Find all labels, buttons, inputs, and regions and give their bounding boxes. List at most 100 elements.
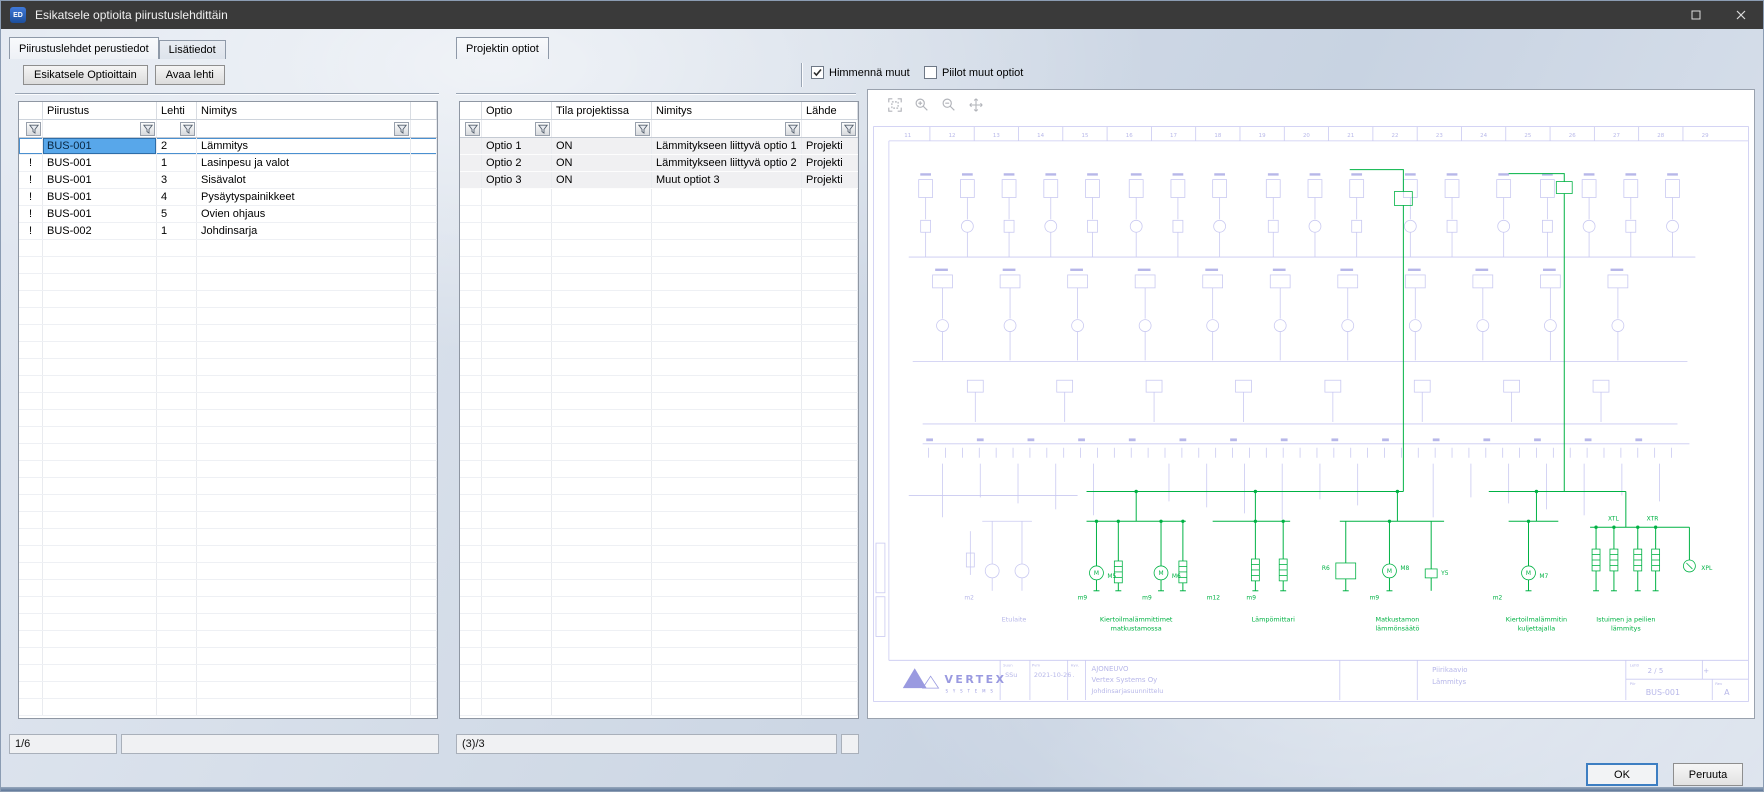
table-cell[interactable]: 1 (157, 223, 197, 239)
table-cell[interactable]: 4 (157, 189, 197, 205)
filter-cell[interactable] (552, 120, 652, 137)
table-cell[interactable]: Lämmitys (197, 138, 411, 154)
tab-piirustuslehdet-perustiedot[interactable]: Piirustuslehdet perustiedot (9, 37, 159, 59)
table-cell[interactable]: BUS-001 (43, 155, 157, 171)
table-cell[interactable] (411, 223, 437, 239)
table-cell[interactable]: Projekti (802, 155, 858, 171)
table-cell[interactable] (411, 206, 437, 222)
schematic-preview-panel[interactable]: MMMMm2m9m9m12m9m9m2M5M6R6M8Y5M7XTLXTRXPL… (867, 89, 1755, 719)
filter-button[interactable] (785, 122, 800, 136)
filter-cell[interactable] (460, 120, 482, 137)
open-sheet-button[interactable]: Avaa lehti (155, 65, 225, 85)
table-cell[interactable]: BUS-002 (43, 223, 157, 239)
options-table[interactable]: OptioTila projektissaNimitysLähdeOptio 1… (459, 101, 859, 719)
tab-lisatiedot[interactable]: Lisätiedot (159, 40, 226, 59)
ok-button[interactable]: OK (1586, 763, 1658, 786)
table-cell[interactable] (411, 189, 437, 205)
row-marker-cell[interactable] (19, 138, 43, 154)
table-row[interactable]: BUS-0012Lämmitys (19, 138, 437, 155)
table-row[interactable]: !BUS-0013Sisävalot (19, 172, 437, 189)
tab-projektin-optiot[interactable]: Projektin optiot (456, 37, 549, 59)
table-row[interactable]: Optio 2ONLämmitykseen liittyvä optio 2Pr… (460, 155, 858, 172)
zoom-in-icon[interactable] (913, 96, 931, 114)
table-cell[interactable]: ON (552, 155, 652, 171)
filter-button[interactable] (26, 122, 41, 136)
filter-button[interactable] (635, 122, 650, 136)
table-row[interactable]: Optio 3ONMuut optiot 3Projekti (460, 172, 858, 189)
table-cell[interactable]: Lämmitykseen liittyvä optio 1 (652, 138, 802, 154)
filter-cell[interactable] (43, 120, 157, 137)
pan-icon[interactable] (967, 96, 985, 114)
filter-button[interactable] (394, 122, 409, 136)
sheets-table[interactable]: PiirustusLehtiNimitysBUS-0012Lämmitys!BU… (18, 101, 438, 719)
row-marker-cell[interactable]: ! (19, 172, 43, 188)
filter-button[interactable] (465, 122, 480, 136)
row-marker-cell[interactable]: ! (19, 223, 43, 239)
filter-cell[interactable] (19, 120, 43, 137)
table-row[interactable]: !BUS-0021Johdinsarja (19, 223, 437, 240)
filter-button[interactable] (180, 122, 195, 136)
row-marker-cell[interactable] (460, 138, 482, 154)
hide-others-checkbox[interactable]: Piilot muut optiot (924, 66, 1023, 79)
filter-cell[interactable] (482, 120, 552, 137)
table-cell[interactable]: Optio 3 (482, 172, 552, 188)
table-cell[interactable] (411, 172, 437, 188)
table-cell[interactable]: Lasinpesu ja valot (197, 155, 411, 171)
table-cell[interactable]: Ovien ohjaus (197, 206, 411, 222)
table-row[interactable]: !BUS-0011Lasinpesu ja valot (19, 155, 437, 172)
table-row[interactable]: !BUS-0014Pysäytyspainikkeet (19, 189, 437, 206)
filter-cell[interactable] (411, 120, 437, 137)
row-marker-cell[interactable]: ! (19, 155, 43, 171)
table-cell[interactable]: BUS-001 (43, 172, 157, 188)
table-cell[interactable]: Optio 1 (482, 138, 552, 154)
empty-row (460, 699, 858, 716)
table-cell[interactable]: Muut optiot 3 (652, 172, 802, 188)
dim-others-checkbox[interactable]: Himmennä muut (811, 66, 910, 79)
row-marker-cell[interactable] (460, 155, 482, 171)
filter-button[interactable] (841, 122, 856, 136)
empty-row (19, 682, 437, 699)
table-cell[interactable]: ON (552, 138, 652, 154)
table-cell[interactable]: Optio 2 (482, 155, 552, 171)
checkbox-box[interactable] (811, 66, 824, 79)
table-cell[interactable]: Sisävalot (197, 172, 411, 188)
table-cell[interactable]: Johdinsarja (197, 223, 411, 239)
filter-cell[interactable] (652, 120, 802, 137)
row-marker-cell[interactable]: ! (19, 206, 43, 222)
filter-cell[interactable] (157, 120, 197, 137)
table-row[interactable]: !BUS-0015Ovien ohjaus (19, 206, 437, 223)
close-button[interactable] (1718, 1, 1763, 29)
filter-funnel-icon (638, 124, 648, 134)
table-cell[interactable]: 5 (157, 206, 197, 222)
fit-view-icon[interactable] (886, 96, 904, 114)
table-cell[interactable]: BUS-001 (43, 138, 157, 154)
table-cell[interactable]: 1 (157, 155, 197, 171)
empty-row (19, 240, 437, 257)
filter-cell[interactable] (802, 120, 858, 137)
filter-button[interactable] (140, 122, 155, 136)
preview-by-options-button[interactable]: Esikatsele Optioittain (23, 65, 148, 85)
table-cell[interactable]: BUS-001 (43, 189, 157, 205)
filter-button[interactable] (535, 122, 550, 136)
table-cell[interactable]: 3 (157, 172, 197, 188)
checkbox-box[interactable] (924, 66, 937, 79)
row-marker-cell[interactable] (460, 172, 482, 188)
table-cell[interactable]: Pysäytyspainikkeet (197, 189, 411, 205)
cancel-button[interactable]: Peruuta (1673, 763, 1743, 786)
maximize-button[interactable] (1673, 1, 1718, 29)
empty-cell (157, 444, 197, 460)
table-cell[interactable] (411, 155, 437, 171)
table-cell[interactable]: Projekti (802, 172, 858, 188)
table-cell[interactable] (411, 138, 437, 154)
empty-cell (482, 206, 552, 222)
table-cell[interactable]: Projekti (802, 138, 858, 154)
empty-cell (482, 359, 552, 375)
table-cell[interactable]: Lämmitykseen liittyvä optio 2 (652, 155, 802, 171)
row-marker-cell[interactable]: ! (19, 189, 43, 205)
table-cell[interactable]: 2 (157, 138, 197, 154)
table-cell[interactable]: ON (552, 172, 652, 188)
table-cell[interactable]: BUS-001 (43, 206, 157, 222)
filter-cell[interactable] (197, 120, 411, 137)
zoom-out-icon[interactable] (940, 96, 958, 114)
table-row[interactable]: Optio 1ONLämmitykseen liittyvä optio 1Pr… (460, 138, 858, 155)
